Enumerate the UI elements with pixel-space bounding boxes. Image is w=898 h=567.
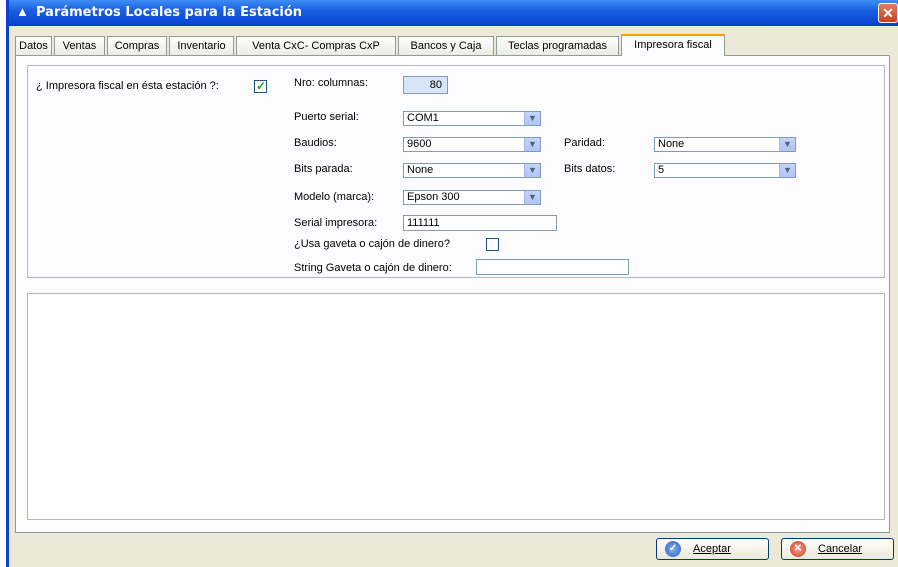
impresora-fiscal-checkbox[interactable]: ✓ <box>254 79 267 93</box>
cancelar-button[interactable]: ✕ Cancelar <box>781 538 894 560</box>
baudios-value: 9600 <box>407 138 432 150</box>
tab-impresora-fiscal[interactable]: Impresora fiscal <box>621 34 725 56</box>
tab-bancos-caja[interactable]: Bancos y Caja <box>398 36 494 55</box>
printer-settings-group: ¿ Impresora fiscal en ésta estación ?: ✓… <box>27 65 885 278</box>
gaveta-label: ¿Usa gaveta o cajón de dinero? <box>294 238 450 250</box>
title-bar[interactable]: ▲ Parámetros Locales para la Estación ✕ <box>9 0 898 26</box>
paridad-label: Paridad: <box>564 137 605 149</box>
nro-columnas-input[interactable]: 80 <box>403 76 448 94</box>
tab-ventas[interactable]: Ventas <box>54 36 105 55</box>
bits-parada-label: Bits parada: <box>294 163 353 175</box>
baudios-select[interactable]: 9600 ▼ <box>403 137 541 152</box>
string-gaveta-input[interactable] <box>476 259 629 275</box>
puerto-serial-value: COM1 <box>407 112 439 124</box>
modelo-value: Epson 300 <box>407 191 460 203</box>
tab-label: Datos <box>19 40 48 52</box>
nro-columnas-label: Nro: columnas: <box>294 77 368 89</box>
check-circle-icon: ✓ <box>665 541 681 557</box>
tab-teclas-programadas[interactable]: Teclas programadas <box>496 36 619 55</box>
bits-parada-select[interactable]: None ▼ <box>403 163 541 178</box>
chevron-down-icon[interactable]: ▼ <box>524 164 540 177</box>
modelo-label: Modelo (marca): <box>294 191 375 203</box>
dialog-window: ▲ Parámetros Locales para la Estación ✕ … <box>6 0 898 567</box>
empty-content-area <box>27 293 885 520</box>
paridad-value: None <box>658 138 685 150</box>
aceptar-button[interactable]: ✓ Aceptar <box>656 538 769 560</box>
tab-label: Inventario <box>177 40 226 52</box>
baudios-label: Baudios: <box>294 137 337 149</box>
serial-impresora-input[interactable]: 111111 <box>403 215 557 231</box>
chevron-down-icon[interactable]: ▼ <box>779 164 795 177</box>
tab-compras[interactable]: Compras <box>107 36 167 55</box>
tab-label: Bancos y Caja <box>410 40 482 52</box>
bits-datos-value: 5 <box>658 164 665 176</box>
chevron-down-icon[interactable]: ▼ <box>524 191 540 204</box>
bits-parada-value: None <box>407 164 434 176</box>
bits-datos-label: Bits datos: <box>564 163 616 175</box>
puerto-serial-select[interactable]: COM1 ▼ <box>403 111 541 126</box>
puerto-serial-label: Puerto serial: <box>294 111 359 123</box>
aceptar-label: Aceptar <box>693 543 731 555</box>
tab-label: Compras <box>114 40 160 52</box>
paridad-select[interactable]: None ▼ <box>654 137 796 152</box>
tab-inventario[interactable]: Inventario <box>169 36 234 55</box>
bits-datos-select[interactable]: 5 ▼ <box>654 163 796 178</box>
string-gaveta-label: String Gaveta o cajón de dinero: <box>294 262 452 274</box>
impresora-fiscal-label: ¿ Impresora fiscal en ésta estación ?: <box>36 80 219 92</box>
cancel-circle-icon: ✕ <box>790 541 806 557</box>
tab-label: Ventas <box>62 40 97 52</box>
close-button[interactable]: ✕ <box>878 3 898 23</box>
app-triangle-icon: ▲ <box>16 4 29 19</box>
tab-venta-cxc[interactable]: Venta CxC- Compras CxP <box>236 36 396 55</box>
tab-label: Venta CxC- Compras CxP <box>252 40 380 52</box>
tab-label: Teclas programadas <box>507 40 608 52</box>
modelo-select[interactable]: Epson 300 ▼ <box>403 190 541 205</box>
tab-datos[interactable]: Datos <box>15 36 52 55</box>
tab-label: Impresora fiscal <box>634 39 712 51</box>
cancelar-label: Cancelar <box>818 543 863 555</box>
chevron-down-icon[interactable]: ▼ <box>524 112 540 125</box>
chevron-down-icon[interactable]: ▼ <box>524 138 540 151</box>
serial-impresora-label: Serial impresora: <box>294 217 378 229</box>
check-icon: ✓ <box>256 79 267 93</box>
gaveta-checkbox[interactable] <box>486 238 499 251</box>
window-title: Parámetros Locales para la Estación <box>36 5 303 20</box>
chevron-down-icon[interactable]: ▼ <box>779 138 795 151</box>
